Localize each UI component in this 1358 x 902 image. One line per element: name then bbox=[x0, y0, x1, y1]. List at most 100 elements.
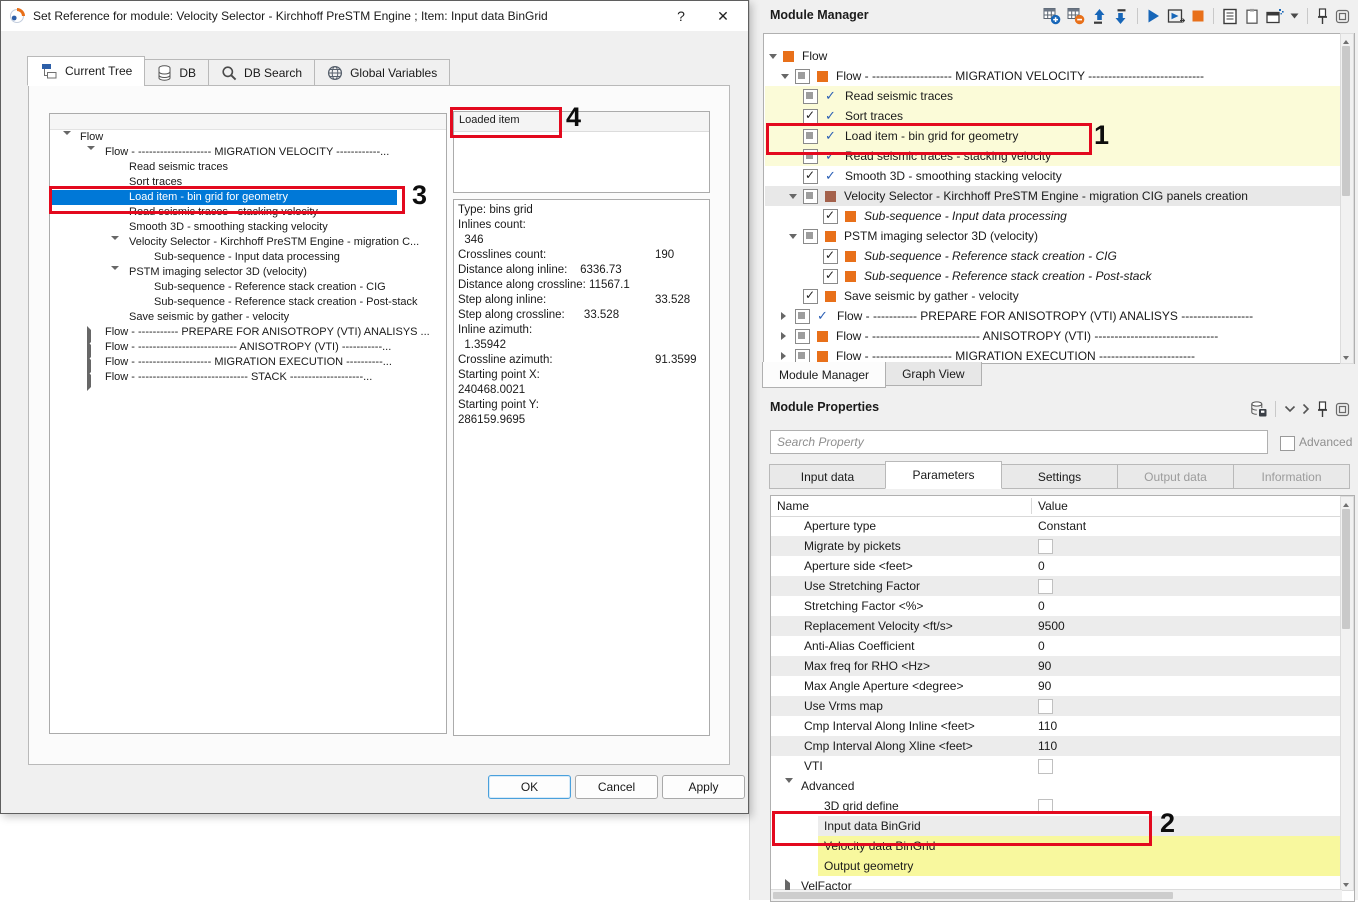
param-row-output-geometry[interactable]: Output geometry bbox=[771, 856, 1342, 876]
tree-item-sort-traces[interactable]: Sort traces bbox=[50, 175, 446, 190]
dropdown-arrow-icon[interactable] bbox=[1290, 13, 1299, 19]
scrollbar-thumb[interactable] bbox=[1342, 46, 1350, 196]
module-checkbox[interactable] bbox=[803, 109, 818, 124]
table-scrollbar[interactable] bbox=[1340, 496, 1354, 891]
dialog-titlebar[interactable]: Set Reference for module: Velocity Selec… bbox=[1, 1, 748, 31]
tree-item-sub-sequence-reference-stack-creation-ci[interactable]: Sub-sequence - Reference stack creation … bbox=[50, 280, 446, 295]
module-checkbox[interactable] bbox=[803, 129, 818, 144]
module-checkbox[interactable] bbox=[795, 329, 810, 344]
run-icon[interactable] bbox=[1146, 8, 1161, 24]
module-checkbox[interactable] bbox=[823, 269, 838, 284]
scroll-down-button[interactable] bbox=[1341, 879, 1351, 890]
param-row-anti-alias-coefficient[interactable]: Anti-Alias Coefficient0 bbox=[771, 636, 1342, 656]
apply-button[interactable]: Apply bbox=[662, 775, 745, 799]
chevron-right-icon[interactable] bbox=[1302, 403, 1310, 415]
param-row-3d-grid-define[interactable]: 3D grid define bbox=[771, 796, 1342, 816]
run-selected-icon[interactable] bbox=[1167, 8, 1185, 25]
module-checkbox[interactable] bbox=[803, 89, 818, 104]
module-row-flow-anisotropy-vti[interactable]: Flow - --------------------------- ANISO… bbox=[765, 326, 1341, 346]
tree-item-save-seismic-by-gather-velocity[interactable]: Save seismic by gather - velocity bbox=[50, 310, 446, 325]
module-checkbox[interactable] bbox=[795, 309, 810, 324]
tab-settings[interactable]: Settings bbox=[1001, 464, 1118, 489]
param-checkbox[interactable] bbox=[1038, 799, 1053, 814]
tree-item-flow-prepare-for-anisotropy-vti-analisys[interactable]: Flow - ----------- PREPARE FOR ANISOTROP… bbox=[50, 325, 446, 340]
paste-icon[interactable] bbox=[1244, 8, 1260, 25]
stop-icon[interactable] bbox=[1191, 9, 1205, 23]
tree-item-smooth-3d-smoothing-stacking-velocity[interactable]: Smooth 3D - smoothing stacking velocity bbox=[50, 220, 446, 235]
expand-open-icon[interactable] bbox=[781, 74, 795, 79]
module-row-sub-sequence-input-data-processing[interactable]: Sub-sequence - Input data processing bbox=[765, 206, 1341, 226]
module-row-velocity-selector-kirchhoff-prestm-engin[interactable]: Velocity Selector - Kirchhoff PreSTM Eng… bbox=[765, 186, 1341, 206]
tree-item-load-item-bin-grid-for-geometry[interactable]: Load item - bin grid for geometry bbox=[50, 190, 446, 205]
module-checkbox[interactable] bbox=[803, 229, 818, 244]
module-row-sub-sequence-reference-stack-creation-ci[interactable]: Sub-sequence - Reference stack creation … bbox=[765, 246, 1341, 266]
module-checkbox[interactable] bbox=[803, 149, 818, 164]
tree-item-flow-migration-execution[interactable]: Flow - -------------------- MIGRATION EX… bbox=[50, 355, 446, 370]
tree-item-pstm-imaging-selector-3d-velocity[interactable]: PSTM imaging selector 3D (velocity) bbox=[50, 265, 446, 280]
float-icon[interactable] bbox=[1335, 9, 1350, 24]
search-property-input[interactable] bbox=[770, 430, 1268, 454]
module-row-flow[interactable]: Flow bbox=[765, 46, 1341, 66]
tree-item-flow-migration-velocity[interactable]: Flow - -------------------- MIGRATION VE… bbox=[50, 145, 446, 160]
tab-module-manager[interactable]: Module Manager bbox=[762, 362, 886, 388]
ok-button[interactable]: OK bbox=[488, 775, 571, 799]
tab-input-data[interactable]: Input data bbox=[769, 464, 886, 489]
module-row-pstm-imaging-selector-3d-velocity[interactable]: PSTM imaging selector 3D (velocity) bbox=[765, 226, 1341, 246]
add-module-icon[interactable] bbox=[1043, 7, 1061, 25]
remove-module-icon[interactable] bbox=[1067, 7, 1085, 25]
scrollbar-thumb[interactable] bbox=[773, 892, 1173, 899]
module-checkbox[interactable] bbox=[823, 249, 838, 264]
tree-item-flow[interactable]: Flow bbox=[50, 130, 446, 145]
db-save-icon[interactable] bbox=[1250, 401, 1267, 417]
expand-open-icon[interactable] bbox=[789, 194, 803, 199]
module-row-read-seismic-traces-stacking-velocity[interactable]: ✓Read seismic traces - stacking velocity bbox=[765, 146, 1341, 166]
advanced-checkbox[interactable] bbox=[1280, 436, 1295, 451]
chevron-down-icon[interactable] bbox=[1284, 405, 1296, 413]
expand-open-icon[interactable] bbox=[769, 54, 783, 59]
tree-item-velocity-selector-kirchhoff-prestm-engin[interactable]: Velocity Selector - Kirchhoff PreSTM Eng… bbox=[50, 235, 446, 250]
pin-icon[interactable] bbox=[1316, 8, 1329, 25]
param-row-use-stretching-factor[interactable]: Use Stretching Factor bbox=[771, 576, 1342, 596]
tree-item-read-seismic-traces[interactable]: Read seismic traces bbox=[50, 160, 446, 175]
param-row-cmp-interval-along-inline-feet[interactable]: Cmp Interval Along Inline <feet>110 bbox=[771, 716, 1342, 736]
module-row-load-item-bin-grid-for-geometry[interactable]: ✓Load item - bin grid for geometry bbox=[765, 126, 1341, 146]
move-down-icon[interactable] bbox=[1113, 8, 1129, 25]
module-row-flow-prepare-for-anisotropy-vti-analisys[interactable]: ✓Flow - ----------- PREPARE FOR ANISOTRO… bbox=[765, 306, 1341, 326]
tab-global-variables[interactable]: Global Variables bbox=[314, 59, 450, 86]
float-icon[interactable] bbox=[1335, 402, 1350, 417]
tree-item-flow-stack[interactable]: Flow - ------------------------------ ST… bbox=[50, 370, 446, 385]
module-tree-scrollbar[interactable] bbox=[1340, 33, 1354, 364]
tree-item-flow-anisotropy-vti[interactable]: Flow - --------------------------- ANISO… bbox=[50, 340, 446, 355]
param-row-aperture-side-feet[interactable]: Aperture side <feet>0 bbox=[771, 556, 1342, 576]
module-checkbox[interactable] bbox=[803, 169, 818, 184]
param-checkbox[interactable] bbox=[1038, 539, 1053, 554]
param-row-aperture-type[interactable]: Aperture typeConstant bbox=[771, 516, 1342, 536]
table-horizontal-scrollbar[interactable] bbox=[771, 889, 1342, 901]
expand-open-icon[interactable] bbox=[785, 783, 793, 797]
close-button[interactable]: ✕ bbox=[706, 8, 740, 25]
param-row-cmp-interval-along-xline-feet[interactable]: Cmp Interval Along Xline <feet>110 bbox=[771, 736, 1342, 756]
tab-parameters[interactable]: Parameters bbox=[885, 461, 1002, 489]
tab-graph-view[interactable]: Graph View bbox=[885, 362, 981, 386]
tree-item-sub-sequence-reference-stack-creation-po[interactable]: Sub-sequence - Reference stack creation … bbox=[50, 295, 446, 310]
param-checkbox[interactable] bbox=[1038, 759, 1053, 774]
move-up-icon[interactable] bbox=[1091, 8, 1107, 25]
tab-current-tree[interactable]: Current Tree bbox=[27, 56, 145, 86]
expand-closed-icon[interactable] bbox=[781, 332, 795, 340]
param-row-max-freq-for-rho-hz[interactable]: Max freq for RHO <Hz>90 bbox=[771, 656, 1342, 676]
help-button[interactable]: ? bbox=[664, 8, 698, 24]
module-checkbox[interactable] bbox=[803, 189, 818, 204]
param-row-velocity-data-bingrid[interactable]: Velocity data BinGrid bbox=[771, 836, 1342, 856]
param-row-migrate-by-pickets[interactable]: Migrate by pickets bbox=[771, 536, 1342, 556]
module-row-read-seismic-traces[interactable]: ✓Read seismic traces bbox=[765, 86, 1341, 106]
expand-closed-icon[interactable] bbox=[781, 352, 795, 360]
param-row-input-data-bingrid[interactable]: Input data BinGrid bbox=[771, 816, 1342, 836]
pin-icon[interactable] bbox=[1316, 401, 1329, 418]
expand-open-icon[interactable] bbox=[789, 234, 803, 239]
module-checkbox[interactable] bbox=[803, 289, 818, 304]
param-row-vti[interactable]: VTI bbox=[771, 756, 1342, 776]
module-checkbox[interactable] bbox=[823, 209, 838, 224]
log-icon[interactable] bbox=[1222, 8, 1238, 25]
module-row-save-seismic-by-gather-velocity[interactable]: Save seismic by gather - velocity bbox=[765, 286, 1341, 306]
module-row-flow-migration-velocity[interactable]: Flow - -------------------- MIGRATION VE… bbox=[765, 66, 1341, 86]
